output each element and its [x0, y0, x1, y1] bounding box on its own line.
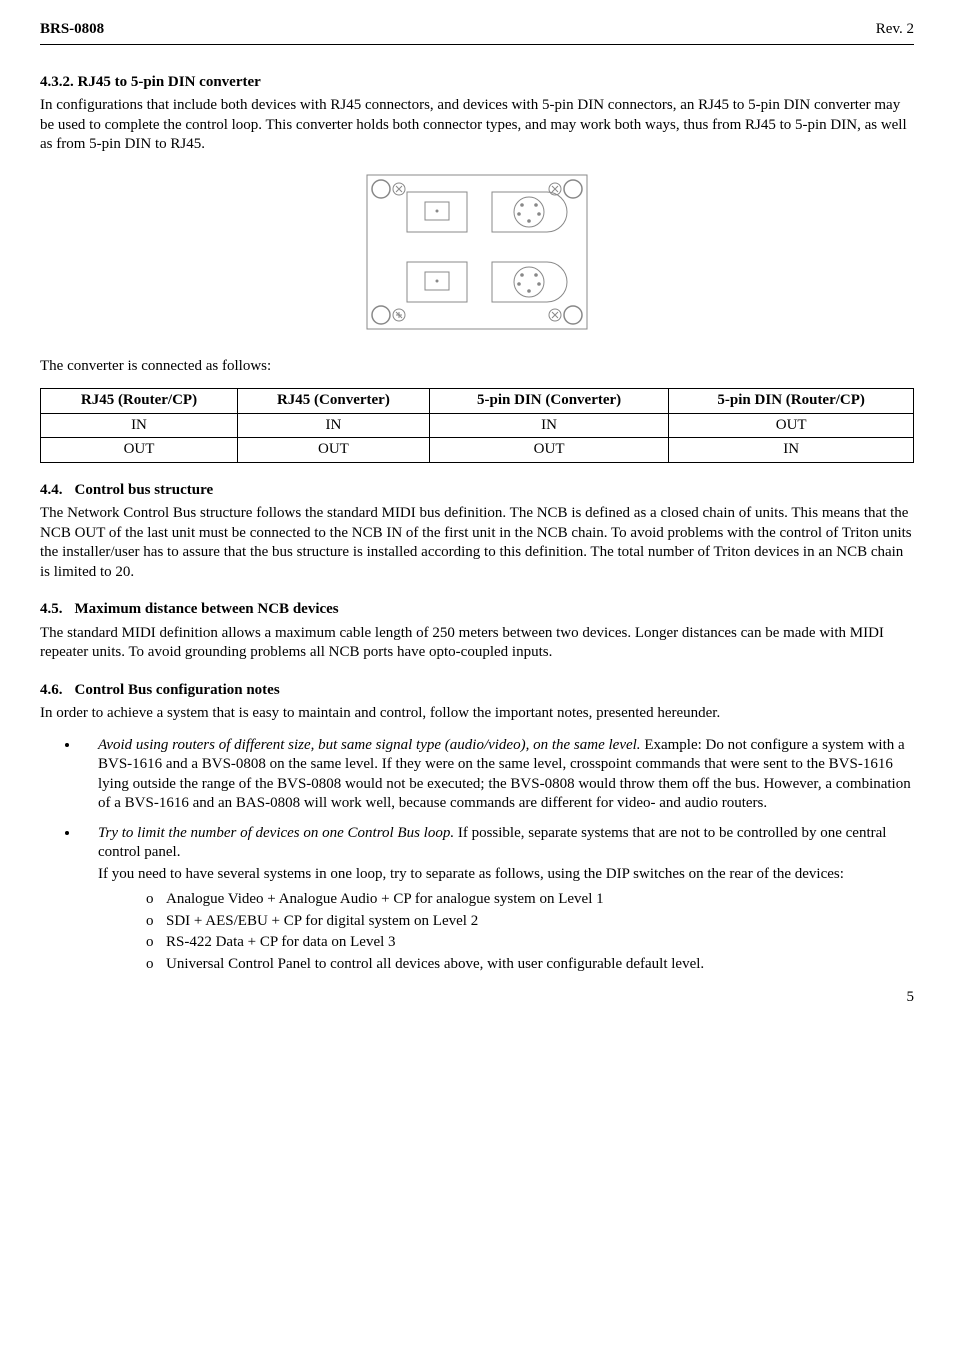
- header-left: BRS-0808: [40, 20, 104, 40]
- section-4-4-title: Control bus structure: [75, 482, 214, 498]
- section-4-4-heading: 4.4. Control bus structure: [40, 481, 914, 501]
- bullet-2-em: Try to limit the number of devices on on…: [98, 825, 454, 841]
- section-4-5-number: 4.5.: [40, 600, 63, 620]
- section-4-5-body: The standard MIDI definition allows a ma…: [40, 624, 914, 663]
- sub-item: SDI + AES/EBU + CP for digital system on…: [146, 912, 914, 932]
- sub-item: Universal Control Panel to control all d…: [146, 955, 914, 975]
- list-item: Try to limit the number of devices on on…: [80, 824, 914, 975]
- cell: OUT: [669, 413, 914, 438]
- section-4-5-title: Maximum distance between NCB devices: [75, 601, 339, 617]
- sub-list: Analogue Video + Analogue Audio + CP for…: [98, 890, 914, 974]
- page-header: BRS-0808 Rev. 2: [40, 20, 914, 45]
- table-intro: The converter is connected as follows:: [40, 357, 914, 377]
- th-din-converter: 5-pin DIN (Converter): [429, 389, 669, 414]
- cell: IN: [669, 438, 914, 463]
- cell: IN: [41, 413, 238, 438]
- sub-item: Analogue Video + Analogue Audio + CP for…: [146, 890, 914, 910]
- section-4-3-2-body: In configurations that include both devi…: [40, 96, 914, 155]
- converter-connection-table: RJ45 (Router/CP) RJ45 (Converter) 5-pin …: [40, 388, 914, 463]
- converter-svg-icon: [347, 167, 607, 337]
- bullet-1-em: Avoid using routers of different size, b…: [98, 737, 641, 753]
- th-rj45-converter: RJ45 (Converter): [237, 389, 429, 414]
- table-row: OUT OUT OUT IN: [41, 438, 914, 463]
- table-row: IN IN IN OUT: [41, 413, 914, 438]
- header-right: Rev. 2: [876, 20, 914, 40]
- section-4-3-2-heading: 4.3.2. RJ45 to 5-pin DIN converter: [40, 73, 914, 93]
- section-4-6-heading: 4.6. Control Bus configuration notes: [40, 681, 914, 701]
- cell: IN: [237, 413, 429, 438]
- notes-list: Avoid using routers of different size, b…: [40, 736, 914, 975]
- cell: OUT: [41, 438, 238, 463]
- section-4-6-number: 4.6.: [40, 681, 63, 701]
- converter-diagram: [40, 167, 914, 337]
- bullet-2-more: If you need to have several systems in o…: [98, 865, 914, 885]
- section-4-4-body: The Network Control Bus structure follow…: [40, 504, 914, 582]
- th-rj45-router: RJ45 (Router/CP): [41, 389, 238, 414]
- section-4-6-title: Control Bus configuration notes: [75, 682, 280, 698]
- page-number: 5: [40, 988, 914, 1008]
- section-4-4-number: 4.4.: [40, 481, 63, 501]
- sub-item: RS-422 Data + CP for data on Level 3: [146, 933, 914, 953]
- section-4-6-body: In order to achieve a system that is eas…: [40, 704, 914, 724]
- list-item: Avoid using routers of different size, b…: [80, 736, 914, 814]
- cell: OUT: [429, 438, 669, 463]
- section-4-5-heading: 4.5. Maximum distance between NCB devices: [40, 600, 914, 620]
- cell: IN: [429, 413, 669, 438]
- th-din-router: 5-pin DIN (Router/CP): [669, 389, 914, 414]
- cell: OUT: [237, 438, 429, 463]
